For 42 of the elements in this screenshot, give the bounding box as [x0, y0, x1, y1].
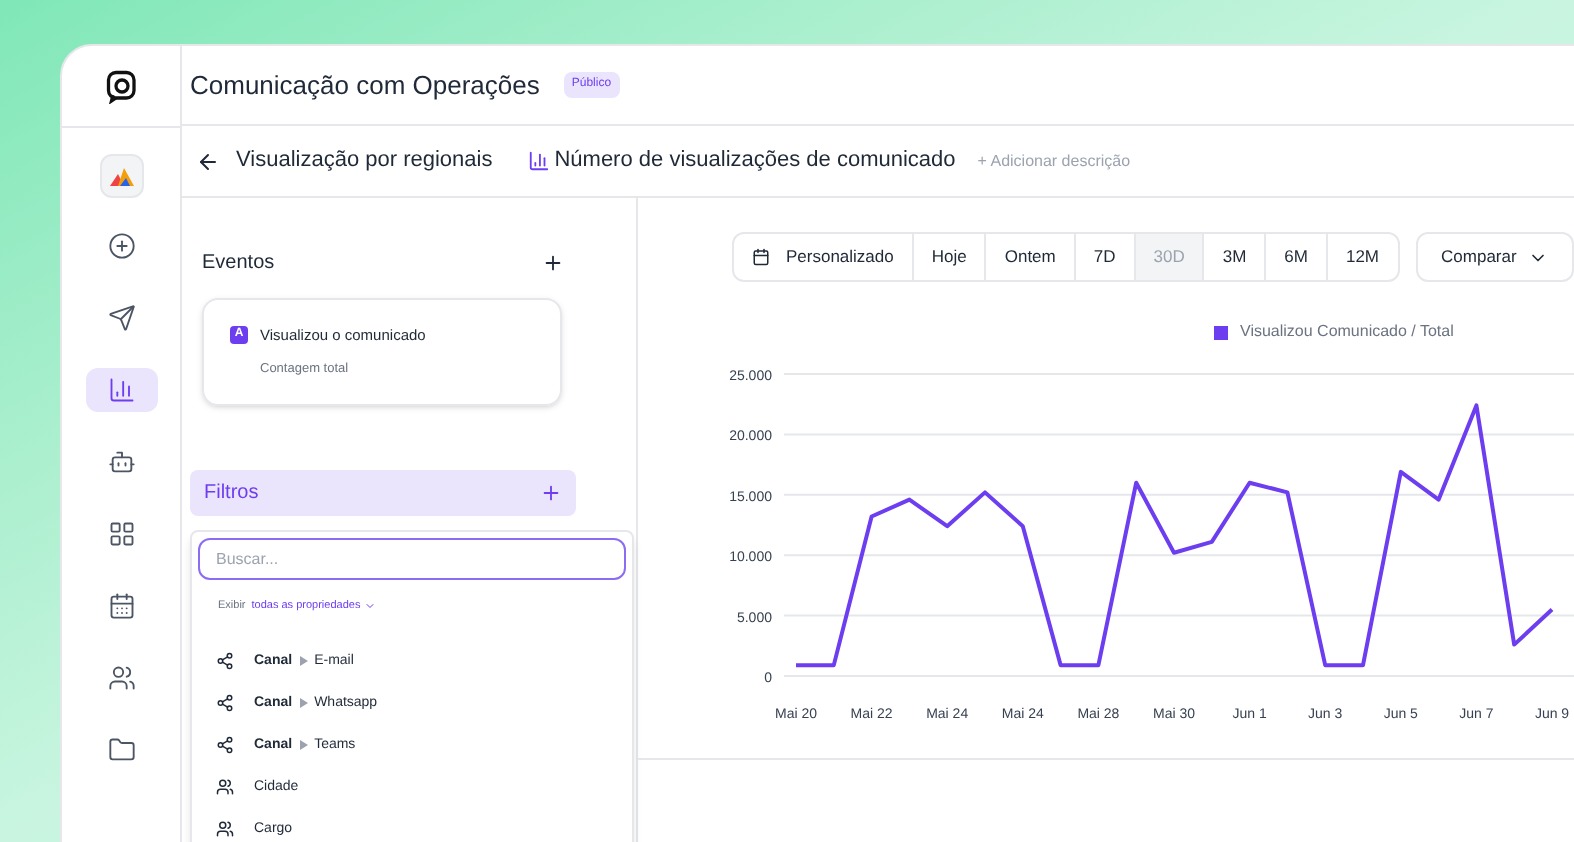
breadcrumb-title: Visualização por regionais	[236, 146, 493, 177]
robot-icon	[107, 448, 135, 476]
filters-header[interactable]: Filtros	[190, 470, 576, 516]
chevron-down-icon	[364, 600, 377, 613]
filters-title: Filtros	[204, 480, 259, 508]
sidebar-nav-button[interactable]	[85, 368, 157, 412]
users-icon	[216, 778, 234, 797]
plus-icon	[541, 252, 563, 274]
bar-chart-icon	[528, 150, 551, 172]
date-range-button[interactable]: 3M	[1202, 234, 1265, 280]
grid-icon	[107, 520, 135, 548]
calendar-icon	[107, 592, 135, 620]
date-range-button[interactable]: 6M	[1264, 234, 1326, 280]
search-field[interactable]: Buscar...	[198, 538, 626, 580]
share-nodes-icon	[216, 736, 234, 755]
app-logo-icon	[103, 68, 139, 104]
date-range-button[interactable]: Ontem	[984, 234, 1074, 280]
date-range-button[interactable]: 12M	[1325, 234, 1398, 280]
plus-circle-icon	[107, 232, 135, 260]
legend-label: Visualizou Comunicado / Total	[1240, 320, 1454, 344]
compare-button[interactable]: Comparar	[1415, 232, 1574, 282]
users-icon	[216, 820, 234, 839]
page-title: Comunicação com Operações	[190, 67, 540, 104]
events-title: Eventos	[202, 250, 275, 278]
share-nodes-icon	[216, 652, 234, 671]
bar-chart-icon	[107, 376, 135, 404]
date-range-button[interactable]: Personalizado	[734, 234, 912, 280]
folder-icon	[107, 736, 135, 764]
plus-icon	[540, 482, 562, 504]
date-range-button[interactable]: Hoje	[911, 234, 985, 280]
back-arrow-icon	[196, 149, 220, 173]
share-nodes-icon	[216, 694, 234, 713]
users-icon	[107, 664, 135, 692]
send-icon	[107, 304, 135, 332]
mountain-logo-icon	[109, 167, 133, 185]
caret-icon	[300, 698, 309, 709]
calendar-icon	[752, 248, 770, 266]
add-event-button[interactable]	[540, 251, 564, 275]
caret-icon	[300, 740, 309, 751]
caret-icon	[300, 656, 309, 667]
workspace-logo[interactable]	[99, 154, 143, 198]
report-title: Número de visualizações de comunicado	[554, 146, 956, 177]
